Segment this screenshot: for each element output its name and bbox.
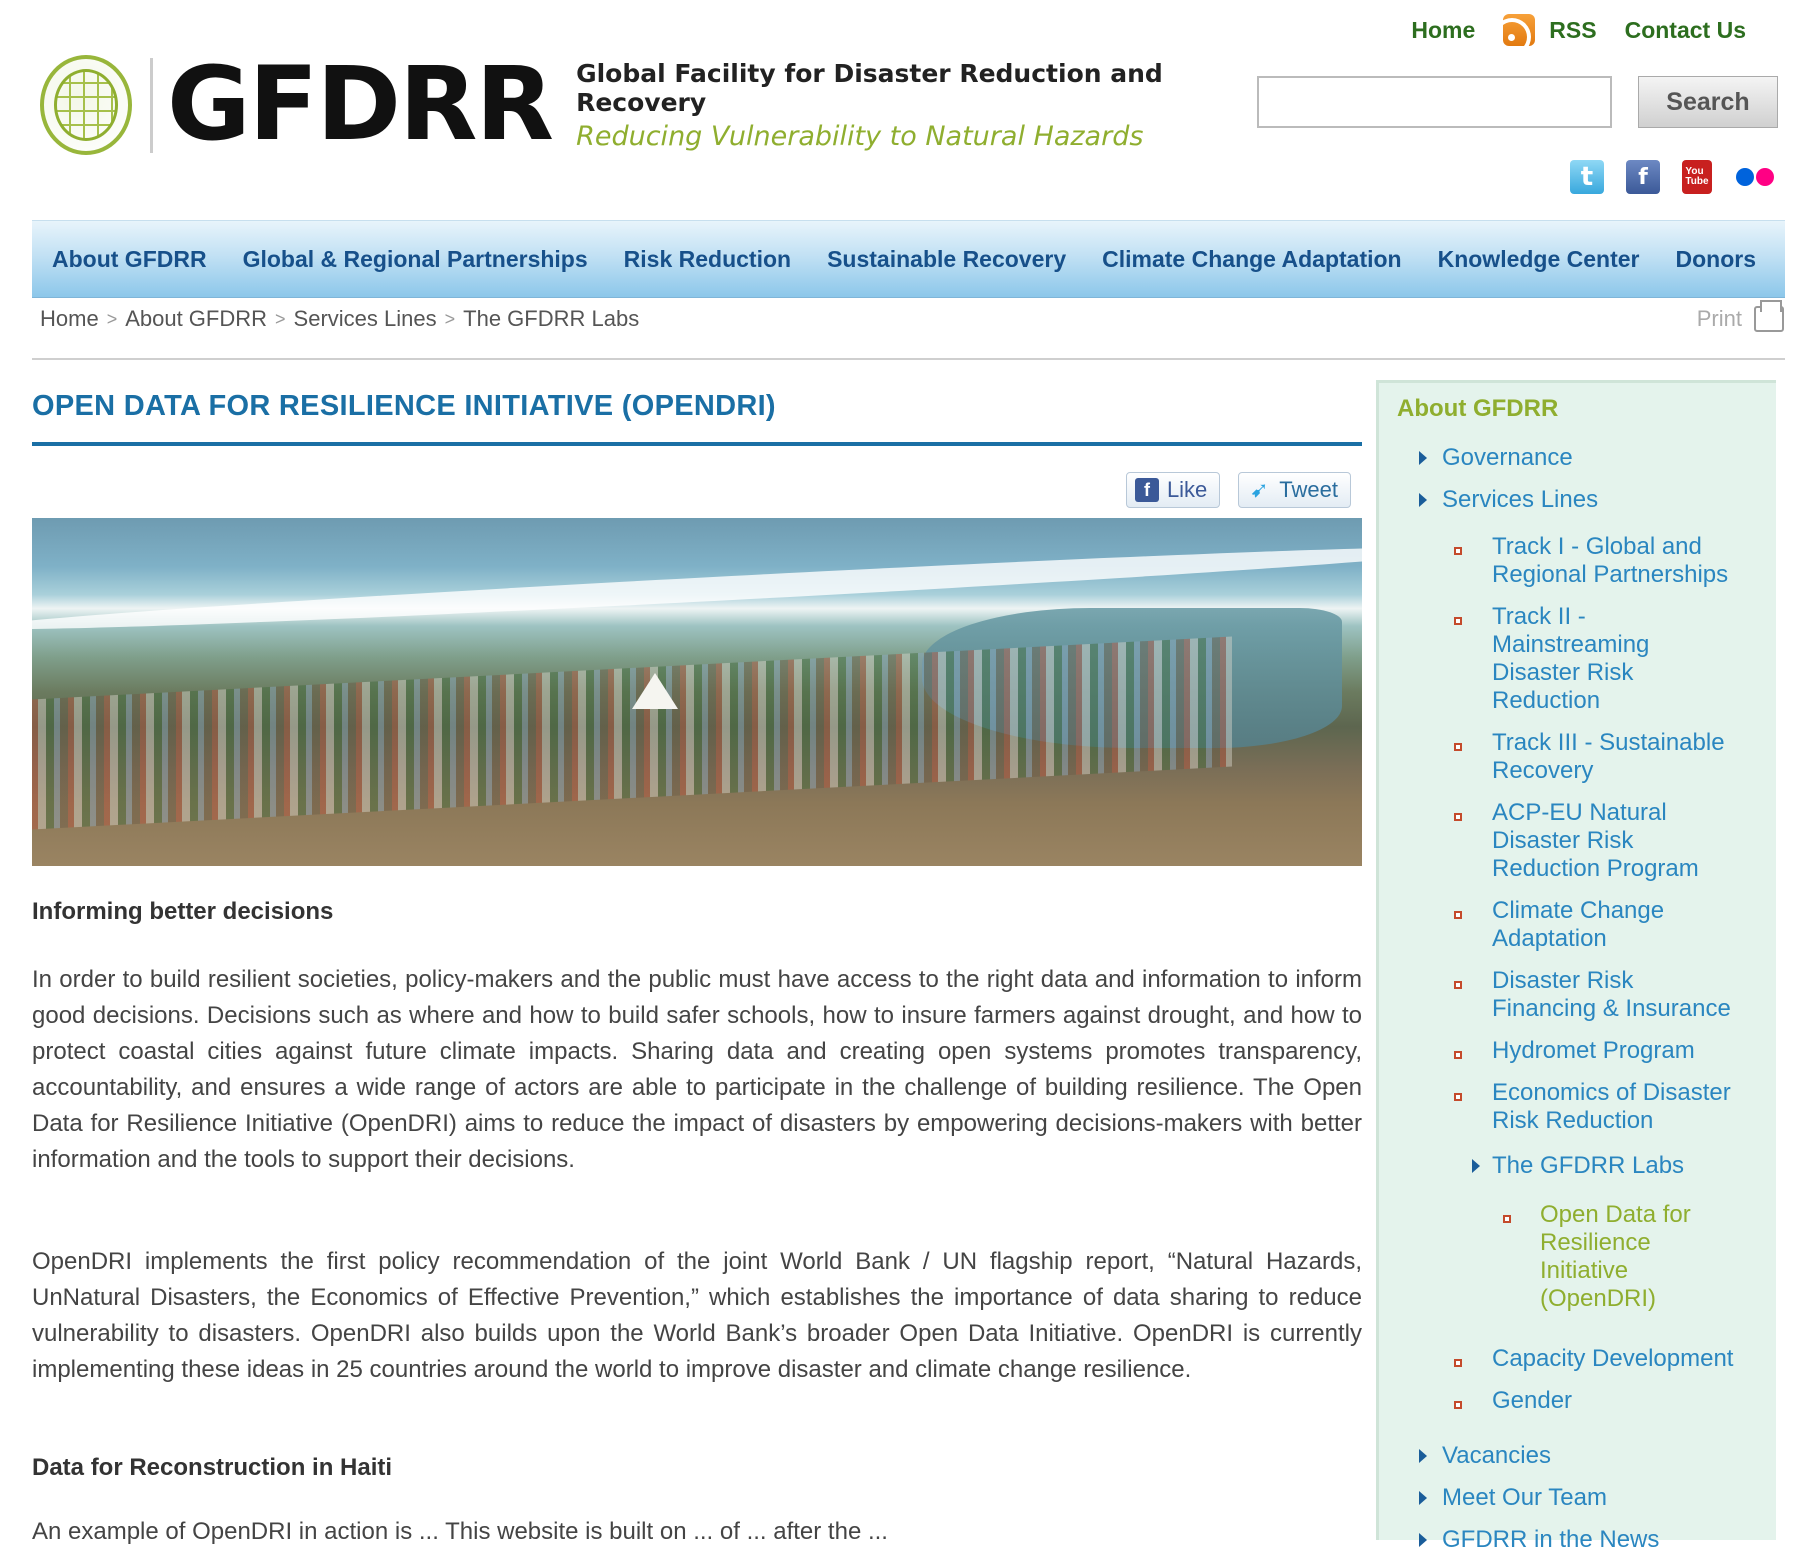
article-paragraph: OpenDRI implements the first policy reco… <box>32 1248 1362 1383</box>
section-heading: Data for Reconstruction in Haiti <box>32 1454 393 1481</box>
nav-partnerships[interactable]: Global & Regional Partnerships <box>243 246 588 273</box>
breadcrumb-home[interactable]: Home <box>40 306 99 332</box>
logo-tagline: Global Facility for Disaster Reduction a… <box>576 59 1240 152</box>
sidebar-item-climate-change[interactable]: Climate Change Adaptation <box>1492 897 1664 953</box>
contact-us-link[interactable]: Contact Us <box>1625 17 1746 44</box>
sidebar-item-economics[interactable]: Economics of Disaster Risk Reduction <box>1492 1079 1731 1135</box>
square-bullet-icon <box>1454 547 1462 555</box>
breadcrumb-separator: > <box>106 308 118 329</box>
nav-sustainable-recovery[interactable]: Sustainable Recovery <box>827 246 1066 273</box>
print-button[interactable]: Print <box>1696 300 1784 332</box>
facebook-icon[interactable]: f <box>1626 160 1660 194</box>
sidebar-item-risk-financing[interactable]: Disaster Risk Financing & Insurance <box>1492 967 1731 1023</box>
triangle-bullet-icon <box>1419 1491 1427 1505</box>
sidebar-item-opendri[interactable]: Open Data for Resilience Initiative (Ope… <box>1540 1201 1691 1313</box>
rss-link[interactable]: RSS <box>1503 14 1597 46</box>
sidebar-item-vacancies[interactable]: Vacancies <box>1442 1442 1551 1470</box>
triangle-bullet-icon <box>1419 1449 1427 1463</box>
section-heading: Informing better decisions <box>32 898 334 925</box>
sidebar-title[interactable]: About GFDRR <box>1397 395 1558 423</box>
triangle-bullet-icon <box>1472 1159 1480 1173</box>
twitter-icon[interactable]: t <box>1570 160 1604 194</box>
article-paragraph: In order to build resilient societies, p… <box>32 966 1362 1173</box>
triangle-bullet-icon <box>1419 451 1427 465</box>
square-bullet-icon <box>1503 1215 1511 1223</box>
breadcrumb-about[interactable]: About GFDRR <box>125 306 267 332</box>
sidebar-item-in-the-news[interactable]: GFDRR in the News <box>1442 1526 1659 1554</box>
nav-climate-change-adaptation[interactable]: Climate Change Adaptation <box>1102 246 1401 273</box>
sidebar-item-gfdrr-labs[interactable]: The GFDRR Labs <box>1492 1152 1684 1180</box>
sidebar-item-hydromet[interactable]: Hydromet Program <box>1492 1037 1695 1065</box>
nav-about-gfdrr[interactable]: About GFDRR <box>52 246 207 273</box>
sidebar-item-capacity-development[interactable]: Capacity Development <box>1492 1345 1733 1373</box>
rss-label[interactable]: RSS <box>1549 17 1596 44</box>
sidebar-item-meet-our-team[interactable]: Meet Our Team <box>1442 1484 1607 1512</box>
facebook-icon: f <box>1134 478 1159 502</box>
square-bullet-icon <box>1454 1051 1462 1059</box>
square-bullet-icon <box>1454 981 1462 989</box>
sidebar-item-services-lines[interactable]: Services Lines <box>1442 486 1598 514</box>
top-links: Home RSS Contact Us <box>1411 14 1746 46</box>
triangle-bullet-icon <box>1419 1533 1427 1547</box>
sidebar-nav: About GFDRR Governance Services Lines Tr… <box>1376 380 1776 1553</box>
sidebar-item-acp-eu[interactable]: ACP-EU Natural Disaster Risk Reduction P… <box>1492 799 1699 883</box>
title-rule <box>32 442 1362 446</box>
breadcrumb-labs[interactable]: The GFDRR Labs <box>463 306 639 332</box>
site-logo[interactable]: GFDRR Global Facility for Disaster Reduc… <box>40 50 1240 160</box>
square-bullet-icon <box>1454 617 1462 625</box>
square-bullet-icon <box>1454 1093 1462 1101</box>
share-buttons: f Like ➹ Tweet <box>1125 472 1351 508</box>
hero-image <box>32 518 1362 866</box>
tweet-label: Tweet <box>1279 477 1338 502</box>
printer-icon <box>1754 300 1784 332</box>
facebook-like-button[interactable]: f Like <box>1125 472 1221 508</box>
search-input[interactable] <box>1257 76 1612 128</box>
square-bullet-icon <box>1454 1401 1462 1409</box>
divider <box>32 358 1785 360</box>
page-title: OPEN DATA FOR RESILIENCE INITIATIVE (OPE… <box>32 390 776 422</box>
sidebar-item-track-3[interactable]: Track III - Sustainable Recovery <box>1492 729 1725 785</box>
logo-wordmark: GFDRR <box>166 45 554 164</box>
sidebar-item-track-1[interactable]: Track I - Global and Regional Partnershi… <box>1492 533 1728 589</box>
globe-logo-icon <box>40 55 133 155</box>
nav-risk-reduction[interactable]: Risk Reduction <box>624 246 791 273</box>
square-bullet-icon <box>1454 911 1462 919</box>
breadcrumb-services[interactable]: Services Lines <box>294 306 437 332</box>
square-bullet-icon <box>1454 743 1462 751</box>
logo-tagline-motto: Reducing Vulnerability to Natural Hazard… <box>576 120 1144 152</box>
logo-divider <box>150 57 153 153</box>
twitter-bird-icon: ➹ <box>1250 477 1269 502</box>
breadcrumb-separator: > <box>444 308 456 329</box>
search-button[interactable]: Search <box>1638 76 1778 128</box>
article-paragraph-cut-off: An example of OpenDRI in action is ... T… <box>32 1518 888 1545</box>
sidebar-item-track-2[interactable]: Track II - Mainstreaming Disaster Risk R… <box>1492 603 1649 715</box>
print-label: Print <box>1696 306 1742 331</box>
triangle-bullet-icon <box>1419 493 1427 507</box>
home-link[interactable]: Home <box>1411 17 1475 44</box>
nav-donors[interactable]: Donors <box>1676 246 1757 273</box>
sidebar-item-gender[interactable]: Gender <box>1492 1387 1572 1415</box>
nav-knowledge-center[interactable]: Knowledge Center <box>1438 246 1640 273</box>
main-navigation: About GFDRR Global & Regional Partnershi… <box>32 220 1785 298</box>
breadcrumb-separator: > <box>275 308 286 329</box>
breadcrumb: Home > About GFDRR > Services Lines > Th… <box>40 306 639 332</box>
square-bullet-icon <box>1454 1359 1462 1367</box>
like-label: Like <box>1166 477 1208 502</box>
youtube-icon[interactable]: You Tube <box>1682 160 1712 194</box>
flickr-icon[interactable] <box>1734 160 1776 194</box>
tweet-button[interactable]: ➹ Tweet <box>1238 472 1351 508</box>
logo-tagline-org: Global Facility for Disaster Reduction a… <box>576 58 1163 117</box>
rss-icon[interactable] <box>1503 14 1536 46</box>
sidebar-item-governance[interactable]: Governance <box>1442 444 1573 472</box>
square-bullet-icon <box>1454 813 1462 821</box>
social-links: t f You Tube <box>1570 160 1776 194</box>
